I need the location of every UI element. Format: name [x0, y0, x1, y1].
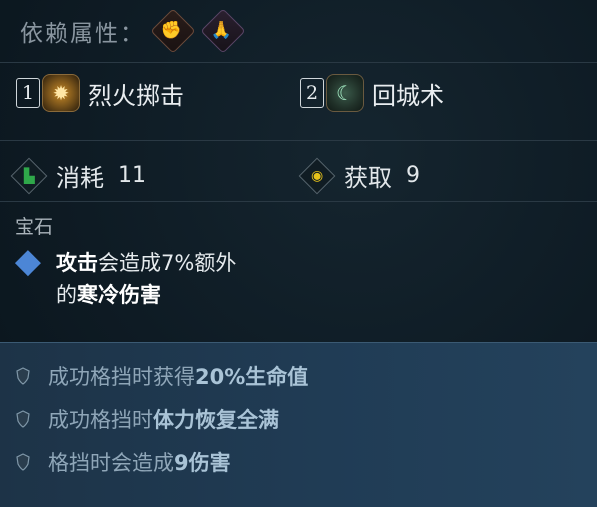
perk-item: 格挡时会造成9伤害 — [16, 447, 231, 477]
attribute-row: 依赖属性： ✊ 🙏 — [20, 8, 246, 54]
divider — [0, 201, 597, 202]
gain-value: 9 — [406, 163, 420, 188]
attribute-label: 依赖属性： — [20, 21, 145, 47]
skill-slot-2[interactable]: 2 ☾ 回城术 — [300, 74, 444, 112]
gem-title: 宝石 — [15, 216, 54, 238]
perk-highlight: 9伤害 — [174, 451, 231, 475]
divider — [0, 62, 597, 63]
perk-item: 成功格挡时获得20%生命值 — [16, 361, 308, 391]
gem-text-part: 会造成7%额外 — [98, 251, 237, 275]
skill-name-2: 回城术 — [372, 81, 444, 110]
skill-name-1: 烈火掷击 — [88, 81, 184, 110]
gem-effect-text: 攻击会造成7%额外 的寒冷伤害 — [56, 247, 236, 311]
perk-text: 成功格挡时 — [48, 408, 153, 432]
gem-keyword-attack: 攻击 — [56, 251, 98, 275]
gain-icon: ◉ — [298, 157, 336, 194]
perk-text: 成功格挡时获得 — [48, 365, 195, 389]
skill-tooltip-panel: 依赖属性： ✊ 🙏 1 ✹ 烈火掷击 2 ☾ 回城术 ▙ 消耗 11 ◉ 获取 … — [0, 0, 597, 507]
shield-bullet-icon — [16, 410, 30, 428]
gain-label: 获取 — [344, 164, 392, 192]
skill-slot-1[interactable]: 1 ✹ 烈火掷击 — [16, 74, 184, 112]
perk-text: 格挡时会造成 — [48, 451, 174, 475]
perk-item: 成功格挡时体力恢复全满 — [16, 404, 279, 434]
strength-icon: ✊ — [150, 8, 196, 54]
cost-icon: ▙ — [10, 157, 48, 194]
town-portal-icon: ☾ — [326, 74, 364, 112]
cost-stat: ▙ 消耗 11 — [10, 157, 146, 194]
prayer-hands-icon: 🙏 — [200, 8, 246, 54]
perk-highlight: 20%生命值 — [195, 365, 309, 389]
cost-value: 11 — [118, 163, 146, 188]
gain-stat: ◉ 获取 9 — [298, 157, 420, 194]
gem-keyword-cold-damage: 寒冷伤害 — [77, 283, 161, 307]
shield-bullet-icon — [16, 367, 30, 385]
gem-text-part: 的 — [56, 283, 77, 307]
perk-panel: 成功格挡时获得20%生命值 成功格挡时体力恢复全满 格挡时会造成9伤害 — [0, 342, 597, 507]
shield-bullet-icon — [16, 453, 30, 471]
keybind-1: 1 — [16, 78, 40, 108]
perk-highlight: 体力恢复全满 — [153, 408, 279, 432]
cost-label: 消耗 — [56, 164, 104, 192]
sapphire-gem-icon: ◆ — [14, 241, 42, 281]
divider — [0, 140, 597, 141]
fire-throw-icon: ✹ — [42, 74, 80, 112]
keybind-2: 2 — [300, 78, 324, 108]
